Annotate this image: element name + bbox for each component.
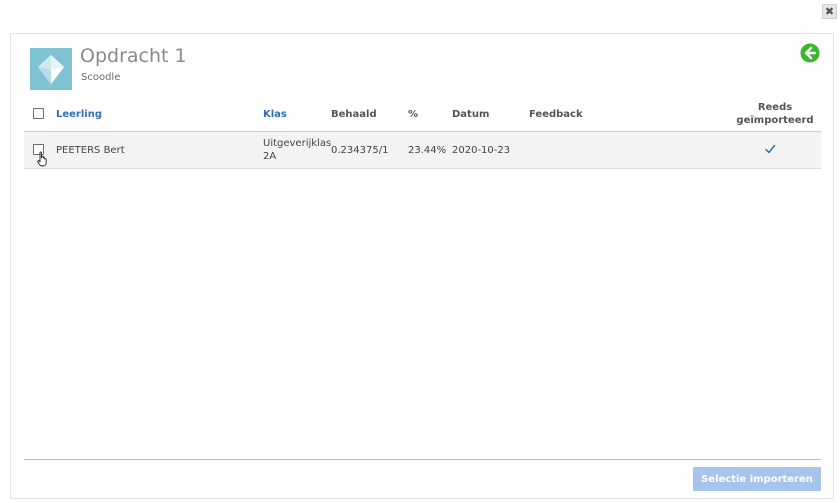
assignment-title: Opdracht 1: [80, 45, 187, 67]
column-header-feedback: Feedback: [529, 109, 583, 120]
hand-cursor-icon: [37, 151, 47, 167]
import-dialog: Opdracht 1 Scoodle Leerling Klas Behaald…: [10, 33, 834, 499]
scoodle-logo: [30, 48, 72, 90]
column-header-leerling[interactable]: Leerling: [56, 109, 102, 120]
results-table: Leerling Klas Behaald % Datum Feedback R…: [24, 96, 821, 169]
column-header-klas[interactable]: Klas: [263, 109, 287, 120]
column-header-percent: %: [408, 109, 419, 120]
back-arrow-icon[interactable]: [800, 43, 820, 63]
select-all-checkbox[interactable]: [33, 108, 44, 119]
footer-divider: [24, 459, 821, 460]
column-header-geimporteerd: geïmporteerd: [736, 115, 814, 126]
column-header-behaald: Behaald: [331, 109, 377, 120]
table-header: Leerling Klas Behaald % Datum Feedback R…: [24, 96, 821, 132]
cell-klas-line2: 2A: [263, 151, 277, 162]
import-selection-button[interactable]: Selectie importeren: [693, 467, 821, 491]
table-row[interactable]: PEETERS Bert Uitgeverijklas 2A 0.234375/…: [24, 132, 821, 169]
assignment-source: Scoodle: [81, 72, 121, 83]
already-imported-check-icon: [765, 144, 776, 154]
column-header-reeds: Reeds: [757, 102, 793, 113]
cell-percent: 23.44%: [408, 145, 447, 156]
cell-leerling: PEETERS Bert: [56, 145, 125, 156]
column-header-datum: Datum: [452, 109, 490, 120]
cell-behaald: 0.234375/1: [331, 145, 389, 156]
cell-klas-line1: Uitgeverijklas: [263, 138, 332, 149]
dialog-header: Opdracht 1 Scoodle: [30, 43, 820, 95]
cell-datum: 2020-10-23: [452, 145, 511, 156]
close-window-button[interactable]: ✖: [822, 4, 837, 19]
